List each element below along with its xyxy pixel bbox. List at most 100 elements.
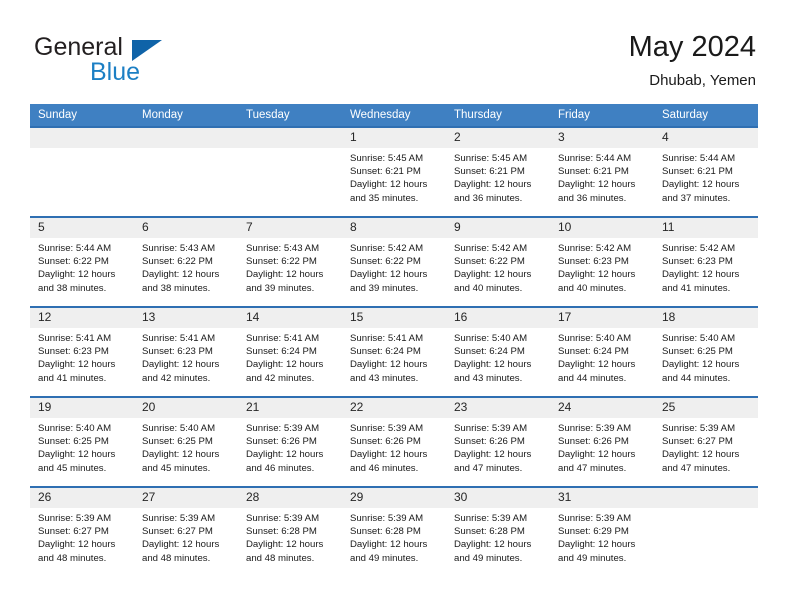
sunset-text: Sunset: 6:21 PM [350,166,421,178]
day-sun-info: Sunrise: 5:39 AM Sunset: 6:28 PM Daylight:… [446,508,550,565]
daylight-text: and 36 minutes. [558,192,627,204]
calendar-day-cell[interactable]: 3 Sunrise: 5:44 AM Sunset: 6:21 PM Daylight… [550,126,654,217]
daylight-text: Daylight: 12 hours [350,359,428,371]
weekday-header-monday: Monday [134,104,238,127]
day-sun-info: Sunrise: 5:40 AM Sunset: 6:24 PM Daylight:… [446,328,550,385]
calendar-day-cell-empty [238,126,342,217]
sunrise-text: Sunrise: 5:41 AM [350,333,424,344]
sunrise-text: Sunrise: 5:43 AM [142,243,216,254]
weekday-header-saturday: Saturday [654,104,758,127]
daylight-text: and 39 minutes. [350,282,419,294]
sunset-text: Sunset: 6:22 PM [142,256,213,268]
sunset-text: Sunset: 6:22 PM [246,256,317,268]
day-number: 31 [550,488,654,508]
day-number: 9 [446,218,550,238]
calendar-page: General Blue May 2024 Dhubab, Yemen Sund… [0,0,792,612]
calendar-day-cell[interactable]: 24 Sunrise: 5:39 AM Sunset: 6:26 PM Dayligh… [550,396,654,487]
sunrise-text: Sunrise: 5:44 AM [662,153,736,164]
calendar-day-cell[interactable]: 20 Sunrise: 5:40 AM Sunset: 6:25 PM Dayligh… [134,396,238,487]
daylight-text: Daylight: 12 hours [246,269,324,281]
day-sun-info: Sunrise: 5:45 AM Sunset: 6:21 PM Daylight:… [342,148,446,205]
calendar-day-cell-empty [30,126,134,217]
sunset-text: Sunset: 6:27 PM [662,436,733,448]
sunrise-text: Sunrise: 5:42 AM [350,243,424,254]
day-sun-info: Sunrise: 5:39 AM Sunset: 6:28 PM Daylight:… [342,508,446,565]
calendar-day-cell[interactable]: 8 Sunrise: 5:42 AM Sunset: 6:22 PM Daylight… [342,216,446,307]
daylight-text: and 44 minutes. [558,372,627,384]
sunrise-text: Sunrise: 5:39 AM [558,513,632,524]
daylight-text: Daylight: 12 hours [142,269,220,281]
calendar-day-cell[interactable]: 28 Sunrise: 5:39 AM Sunset: 6:28 PM Dayligh… [238,486,342,577]
daylight-text: Daylight: 12 hours [38,449,116,461]
calendar-day-cell[interactable]: 22 Sunrise: 5:39 AM Sunset: 6:26 PM Dayligh… [342,396,446,487]
daylight-text: Daylight: 12 hours [454,539,532,551]
day-sun-info: Sunrise: 5:40 AM Sunset: 6:24 PM Daylight:… [550,328,654,385]
day-number [238,128,342,148]
calendar-day-cell[interactable]: 5 Sunrise: 5:44 AM Sunset: 6:22 PM Daylight… [30,216,134,307]
sunset-text: Sunset: 6:26 PM [350,436,421,448]
sunrise-text: Sunrise: 5:44 AM [38,243,112,254]
calendar-day-cell[interactable]: 10 Sunrise: 5:42 AM Sunset: 6:23 PM Dayligh… [550,216,654,307]
sunrise-text: Sunrise: 5:39 AM [662,423,736,434]
calendar-day-cell[interactable]: 16 Sunrise: 5:40 AM Sunset: 6:24 PM Dayligh… [446,306,550,397]
sunset-text: Sunset: 6:27 PM [38,526,109,538]
day-sun-info: Sunrise: 5:42 AM Sunset: 6:23 PM Daylight:… [654,238,758,295]
daylight-text: and 48 minutes. [38,552,107,564]
sunset-text: Sunset: 6:22 PM [38,256,109,268]
calendar-day-cell[interactable]: 27 Sunrise: 5:39 AM Sunset: 6:27 PM Dayligh… [134,486,238,577]
sunrise-text: Sunrise: 5:39 AM [246,513,320,524]
daylight-text: Daylight: 12 hours [350,449,428,461]
calendar-day-cell[interactable]: 17 Sunrise: 5:40 AM Sunset: 6:24 PM Dayligh… [550,306,654,397]
calendar-day-cell[interactable]: 15 Sunrise: 5:41 AM Sunset: 6:24 PM Dayligh… [342,306,446,397]
calendar-day-cell[interactable]: 31 Sunrise: 5:39 AM Sunset: 6:29 PM Dayligh… [550,486,654,577]
weekday-header-friday: Friday [550,104,654,127]
calendar-day-cell[interactable]: 19 Sunrise: 5:40 AM Sunset: 6:25 PM Dayligh… [30,396,134,487]
sunset-text: Sunset: 6:28 PM [454,526,525,538]
sunrise-text: Sunrise: 5:39 AM [142,513,216,524]
calendar-day-cell[interactable]: 12 Sunrise: 5:41 AM Sunset: 6:23 PM Dayligh… [30,306,134,397]
daylight-text: Daylight: 12 hours [38,269,116,281]
calendar-day-cell[interactable]: 25 Sunrise: 5:39 AM Sunset: 6:27 PM Dayligh… [654,396,758,487]
daylight-text: and 35 minutes. [350,192,419,204]
day-sun-info: Sunrise: 5:41 AM Sunset: 6:24 PM Daylight:… [238,328,342,385]
sunrise-text: Sunrise: 5:40 AM [38,423,112,434]
day-number: 25 [654,398,758,418]
calendar-day-cell[interactable]: 26 Sunrise: 5:39 AM Sunset: 6:27 PM Dayligh… [30,486,134,577]
page-header: General Blue May 2024 Dhubab, Yemen [0,0,792,104]
calendar-day-cell[interactable]: 30 Sunrise: 5:39 AM Sunset: 6:28 PM Dayligh… [446,486,550,577]
sunset-text: Sunset: 6:23 PM [558,256,629,268]
calendar-day-cell[interactable]: 2 Sunrise: 5:45 AM Sunset: 6:21 PM Daylight… [446,126,550,217]
sunrise-text: Sunrise: 5:39 AM [350,423,424,434]
calendar-day-cell[interactable]: 11 Sunrise: 5:42 AM Sunset: 6:23 PM Dayligh… [654,216,758,307]
day-sun-info: Sunrise: 5:42 AM Sunset: 6:22 PM Daylight:… [342,238,446,295]
calendar-day-cell[interactable]: 18 Sunrise: 5:40 AM Sunset: 6:25 PM Dayligh… [654,306,758,397]
calendar-day-cell[interactable]: 1 Sunrise: 5:45 AM Sunset: 6:21 PM Daylight… [342,126,446,217]
calendar-day-cell[interactable]: 7 Sunrise: 5:43 AM Sunset: 6:22 PM Daylight… [238,216,342,307]
calendar-day-cell[interactable]: 6 Sunrise: 5:43 AM Sunset: 6:22 PM Daylight… [134,216,238,307]
calendar-week-row: 26 Sunrise: 5:39 AM Sunset: 6:27 PM Dayligh… [30,486,758,577]
daylight-text: Daylight: 12 hours [246,449,324,461]
calendar-day-cell[interactable]: 14 Sunrise: 5:41 AM Sunset: 6:24 PM Dayligh… [238,306,342,397]
day-number: 15 [342,308,446,328]
sunrise-text: Sunrise: 5:40 AM [662,333,736,344]
calendar-day-cell[interactable]: 9 Sunrise: 5:42 AM Sunset: 6:22 PM Daylight… [446,216,550,307]
day-sun-info: Sunrise: 5:44 AM Sunset: 6:21 PM Daylight:… [654,148,758,205]
calendar-grid: Sunday Monday Tuesday Wednesday Thursday Frid… [30,104,758,577]
calendar-day-cell[interactable]: 4 Sunrise: 5:44 AM Sunset: 6:21 PM Daylight… [654,126,758,217]
daylight-text: and 42 minutes. [142,372,211,384]
daylight-text: Daylight: 12 hours [662,269,740,281]
calendar-day-cell[interactable]: 23 Sunrise: 5:39 AM Sunset: 6:26 PM Dayligh… [446,396,550,487]
calendar-day-cell-empty [134,126,238,217]
daylight-text: and 42 minutes. [246,372,315,384]
daylight-text: Daylight: 12 hours [142,449,220,461]
day-number [30,128,134,148]
sunrise-text: Sunrise: 5:39 AM [38,513,112,524]
calendar-day-cell[interactable]: 13 Sunrise: 5:41 AM Sunset: 6:23 PM Dayligh… [134,306,238,397]
calendar-day-cell[interactable]: 29 Sunrise: 5:39 AM Sunset: 6:28 PM Dayligh… [342,486,446,577]
calendar-day-cell[interactable]: 21 Sunrise: 5:39 AM Sunset: 6:26 PM Dayligh… [238,396,342,487]
sunset-text: Sunset: 6:23 PM [38,346,109,358]
daylight-text: and 37 minutes. [662,192,731,204]
sunrise-text: Sunrise: 5:40 AM [454,333,528,344]
daylight-text: Daylight: 12 hours [38,539,116,551]
brand-logo[interactable]: General Blue [34,33,214,88]
